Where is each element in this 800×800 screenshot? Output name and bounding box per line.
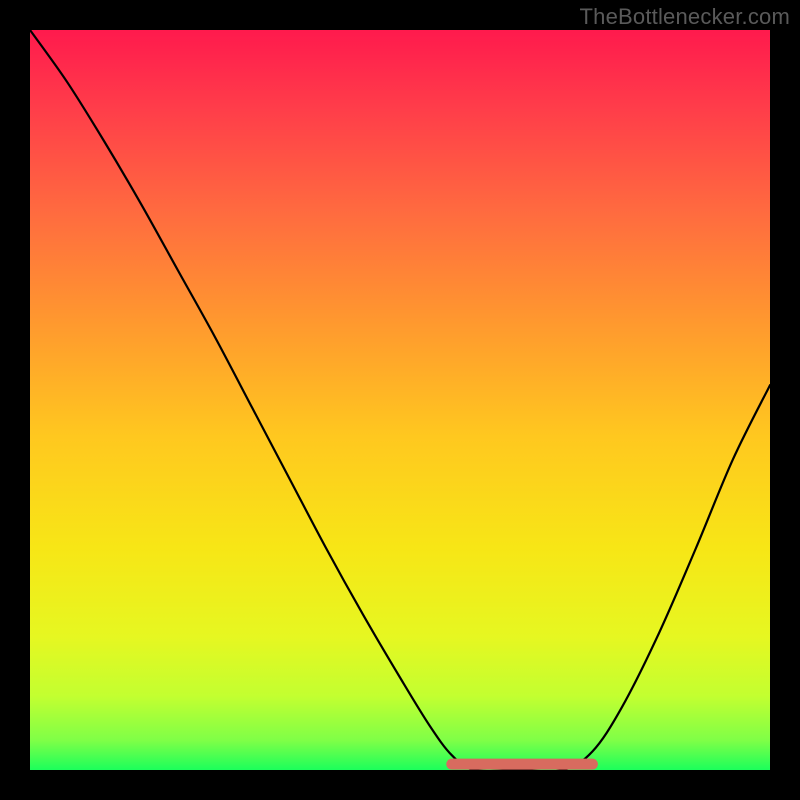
- bottleneck-chart: [30, 30, 770, 770]
- chart-frame: TheBottlenecker.com: [0, 0, 800, 800]
- watermark-text: TheBottlenecker.com: [580, 4, 790, 30]
- plot-area: [30, 30, 770, 770]
- gradient-background: [30, 30, 770, 770]
